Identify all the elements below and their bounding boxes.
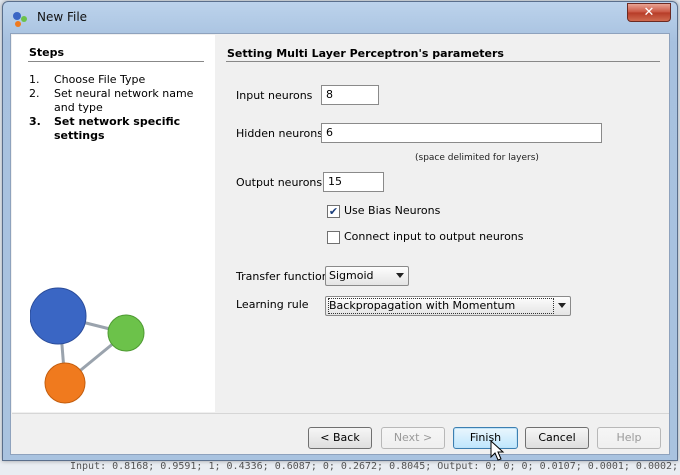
learning-rule-value: Backpropagation with Momentum	[328, 298, 554, 314]
parameters-panel: Setting Multi Layer Perceptron's paramet…	[216, 35, 669, 412]
transfer-function-value: Sigmoid	[329, 269, 374, 282]
steps-divider	[28, 61, 204, 62]
connect-io-checkbox[interactable]	[327, 231, 340, 244]
hidden-neurons-field[interactable]: 6	[321, 123, 602, 143]
next-button[interactable]: Next >	[381, 427, 445, 449]
step-label: Set neural network name and type	[54, 87, 194, 114]
help-button[interactable]: Help	[597, 427, 661, 449]
background-status-line: Input: 0.8168; 0.9591; 1; 0.4336; 0.6087…	[0, 459, 680, 475]
wizard-button-bar: < Back Next > Finish Cancel Help	[12, 413, 669, 454]
graph-node-green	[107, 314, 145, 352]
learning-rule-label: Learning rule	[236, 298, 309, 311]
hidden-neurons-hint: (space delimited for layers)	[415, 153, 539, 163]
learning-rule-select[interactable]: Backpropagation with Momentum	[325, 296, 571, 316]
chevron-down-icon	[558, 303, 566, 308]
finish-button[interactable]: Finish	[453, 427, 518, 449]
output-neurons-label: Output neurons	[236, 176, 323, 189]
mouse-cursor-icon	[490, 440, 505, 461]
step-number: 1.	[29, 73, 40, 86]
input-neurons-field[interactable]: 8	[321, 85, 379, 105]
step-number: 2.	[29, 87, 40, 100]
netbeans-app-icon	[13, 12, 27, 27]
output-neurons-field[interactable]: 15	[323, 172, 384, 192]
chevron-down-icon	[396, 273, 404, 278]
steps-panel: Steps 1. Choose File Type 2. Set neural …	[12, 35, 215, 412]
step-number: 3.	[29, 115, 41, 128]
title-bar[interactable]: New File ✕	[3, 2, 677, 33]
cancel-button[interactable]: Cancel	[525, 427, 589, 449]
input-neurons-label: Input neurons	[236, 89, 313, 102]
step-label: Set network specific settings	[54, 115, 181, 142]
transfer-function-label: Transfer function	[236, 270, 329, 283]
steps-heading: Steps	[29, 46, 65, 59]
transfer-function-select[interactable]: Sigmoid	[325, 266, 409, 286]
graph-node-orange	[44, 362, 86, 404]
use-bias-checkbox[interactable]: ✔	[327, 205, 340, 218]
window-title: New File	[37, 10, 88, 24]
graph-node-blue	[30, 287, 87, 345]
back-button[interactable]: < Back	[308, 427, 372, 449]
step-label: Choose File Type	[54, 73, 146, 86]
connect-io-label: Connect input to output neurons	[344, 230, 524, 243]
panel-title: Setting Multi Layer Perceptron's paramet…	[227, 47, 504, 60]
new-file-dialog: New File ✕ Steps 1. Choose File Type 2. …	[2, 1, 678, 461]
close-icon: ✕	[643, 5, 655, 20]
network-graph-illustration	[30, 287, 145, 404]
use-bias-label: Use Bias Neurons	[344, 204, 441, 217]
dialog-client-area: Steps 1. Choose File Type 2. Set neural …	[10, 33, 670, 455]
close-button[interactable]: ✕	[627, 3, 671, 22]
hidden-neurons-label: Hidden neurons	[236, 127, 323, 140]
panel-divider	[226, 61, 660, 62]
